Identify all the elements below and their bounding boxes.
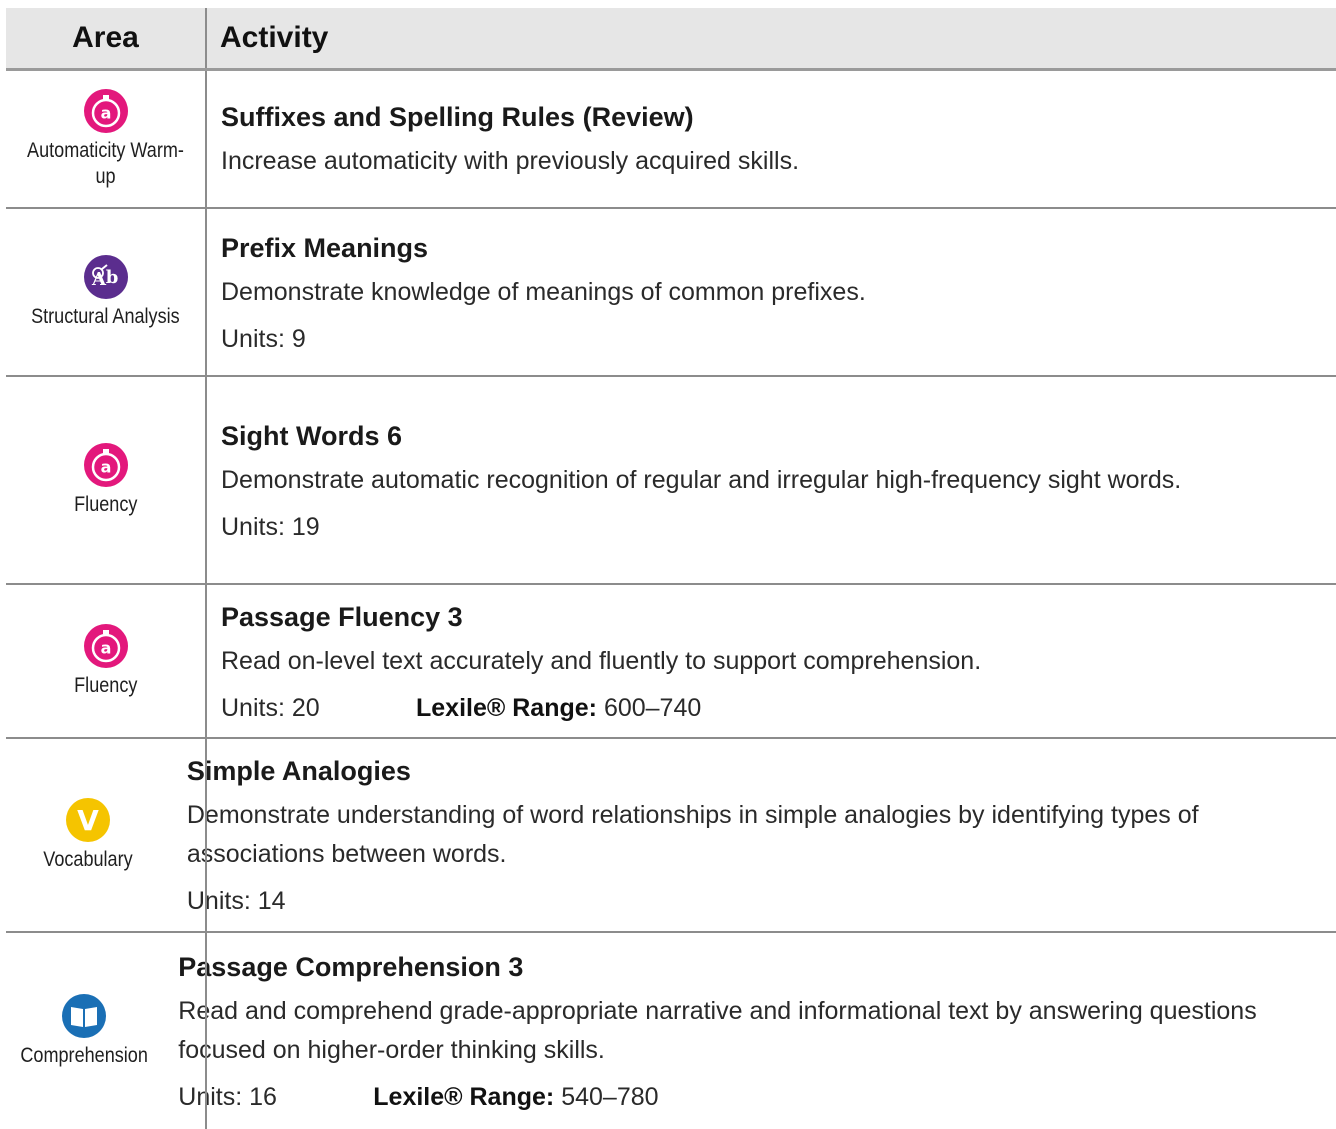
lexile-label: Lexile® Range: <box>416 693 597 722</box>
column-divider <box>205 71 207 207</box>
activity-description: Read on-level text accurately and fluent… <box>221 646 982 675</box>
table-row: A b Structural Analysis Prefix Meanings … <box>6 209 1336 377</box>
table-row: V Vocabulary Simple Analogies Demonstrat… <box>6 739 1336 933</box>
activity-cell: Passage Comprehension 3 Read and compreh… <box>162 933 1336 1129</box>
svg-text:a: a <box>100 458 111 477</box>
activity-title: Passage Fluency 3 <box>221 601 463 632</box>
activity-cell: Sight Words 6 Demonstrate automatic reco… <box>205 377 1231 583</box>
column-divider <box>205 739 207 931</box>
activity-cell: Simple Analogies Demonstrate understandi… <box>171 739 1336 931</box>
activity-cell: Suffixes and Spelling Rules (Review) Inc… <box>205 71 849 207</box>
svg-text:b: b <box>105 267 118 288</box>
activity-description: Demonstrate understanding of word relati… <box>186 801 1199 868</box>
area-cell: a Fluency <box>6 585 205 737</box>
svg-text:V: V <box>78 804 100 837</box>
activity-units-line: Units: 19 <box>221 510 1181 544</box>
activity-title: Simple Analogies <box>186 756 411 786</box>
fluency-icon: a <box>83 624 128 668</box>
activity-units-line: Units: 20 Lexile® Range: 600–740 <box>221 691 981 725</box>
column-divider <box>205 933 207 1129</box>
lexile-label: Lexile® Range: <box>373 1083 555 1111</box>
activity-description: Increase automaticity with previously ac… <box>221 146 800 175</box>
activity-description: Demonstrate automatic recognition of reg… <box>221 465 1182 494</box>
activity-units-line: Units: 16 Lexile® Range: 540–780 <box>178 1080 1286 1114</box>
units-value: Units: 16 <box>178 1083 277 1111</box>
units-value: Units: 19 <box>221 512 320 541</box>
table-row: Comprehension Passage Comprehension 3 Re… <box>6 933 1336 1129</box>
activity-cell: Prefix Meanings Demonstrate knowledge of… <box>205 209 916 375</box>
area-cell: A b Structural Analysis <box>6 209 205 375</box>
activity-description: Read and comprehend grade-appropriate na… <box>178 997 1257 1064</box>
table-row: a Fluency Passage Fluency 3 Read on-leve… <box>6 585 1336 739</box>
activity-column-header: Activity <box>220 21 329 54</box>
table-row: a Automaticity Warm-up Suffixes and Spel… <box>6 71 1336 209</box>
activity-title: Prefix Meanings <box>221 232 429 263</box>
area-label: Vocabulary <box>43 848 134 871</box>
area-label: Fluency <box>73 674 138 697</box>
area-label: Automaticity Warm-up <box>27 139 184 188</box>
area-label: Fluency <box>73 493 138 516</box>
automaticity-icon: a <box>83 89 128 133</box>
lexile-range-value: 540–780 <box>561 1083 659 1111</box>
area-cell: a Automaticity Warm-up <box>6 71 205 207</box>
activity-description: Demonstrate knowledge of meanings of com… <box>221 277 866 306</box>
activity-title: Suffixes and Spelling Rules (Review) <box>221 101 694 132</box>
area-column-header: Area <box>72 21 139 54</box>
table-header: Area Activity <box>6 8 1336 71</box>
lexile-range-value: 600–740 <box>603 693 702 722</box>
structural-analysis-icon: A b <box>83 255 128 299</box>
area-label: Structural Analysis <box>31 305 180 328</box>
area-cell: a Fluency <box>6 377 205 583</box>
area-cell: Comprehension <box>6 933 162 1129</box>
area-label: Comprehension <box>20 1044 148 1067</box>
units-value: Units: 9 <box>221 324 306 353</box>
vocabulary-icon: V <box>66 798 111 842</box>
column-divider <box>205 377 207 583</box>
units-value: Units: 20 <box>221 693 320 722</box>
activity-units-line: Units: 14 <box>187 884 1286 918</box>
units-value: Units: 14 <box>186 887 286 915</box>
fluency-icon: a <box>83 443 128 487</box>
activity-title: Sight Words 6 <box>221 420 403 451</box>
activity-table: Area Activity a Automaticity Warm-up Suf… <box>6 8 1336 1129</box>
column-divider <box>205 8 207 68</box>
svg-text:a: a <box>100 639 111 658</box>
column-divider <box>205 585 207 737</box>
area-cell: V Vocabulary <box>6 739 171 931</box>
activity-title: Passage Comprehension 3 <box>178 952 524 982</box>
comprehension-icon <box>62 994 107 1038</box>
table-row: a Fluency Sight Words 6 Demonstrate auto… <box>6 377 1336 585</box>
column-divider <box>205 209 207 375</box>
activity-units-line: Units: 9 <box>221 322 866 356</box>
svg-text:a: a <box>100 104 111 123</box>
activity-cell: Passage Fluency 3 Read on-level text acc… <box>205 585 1031 737</box>
